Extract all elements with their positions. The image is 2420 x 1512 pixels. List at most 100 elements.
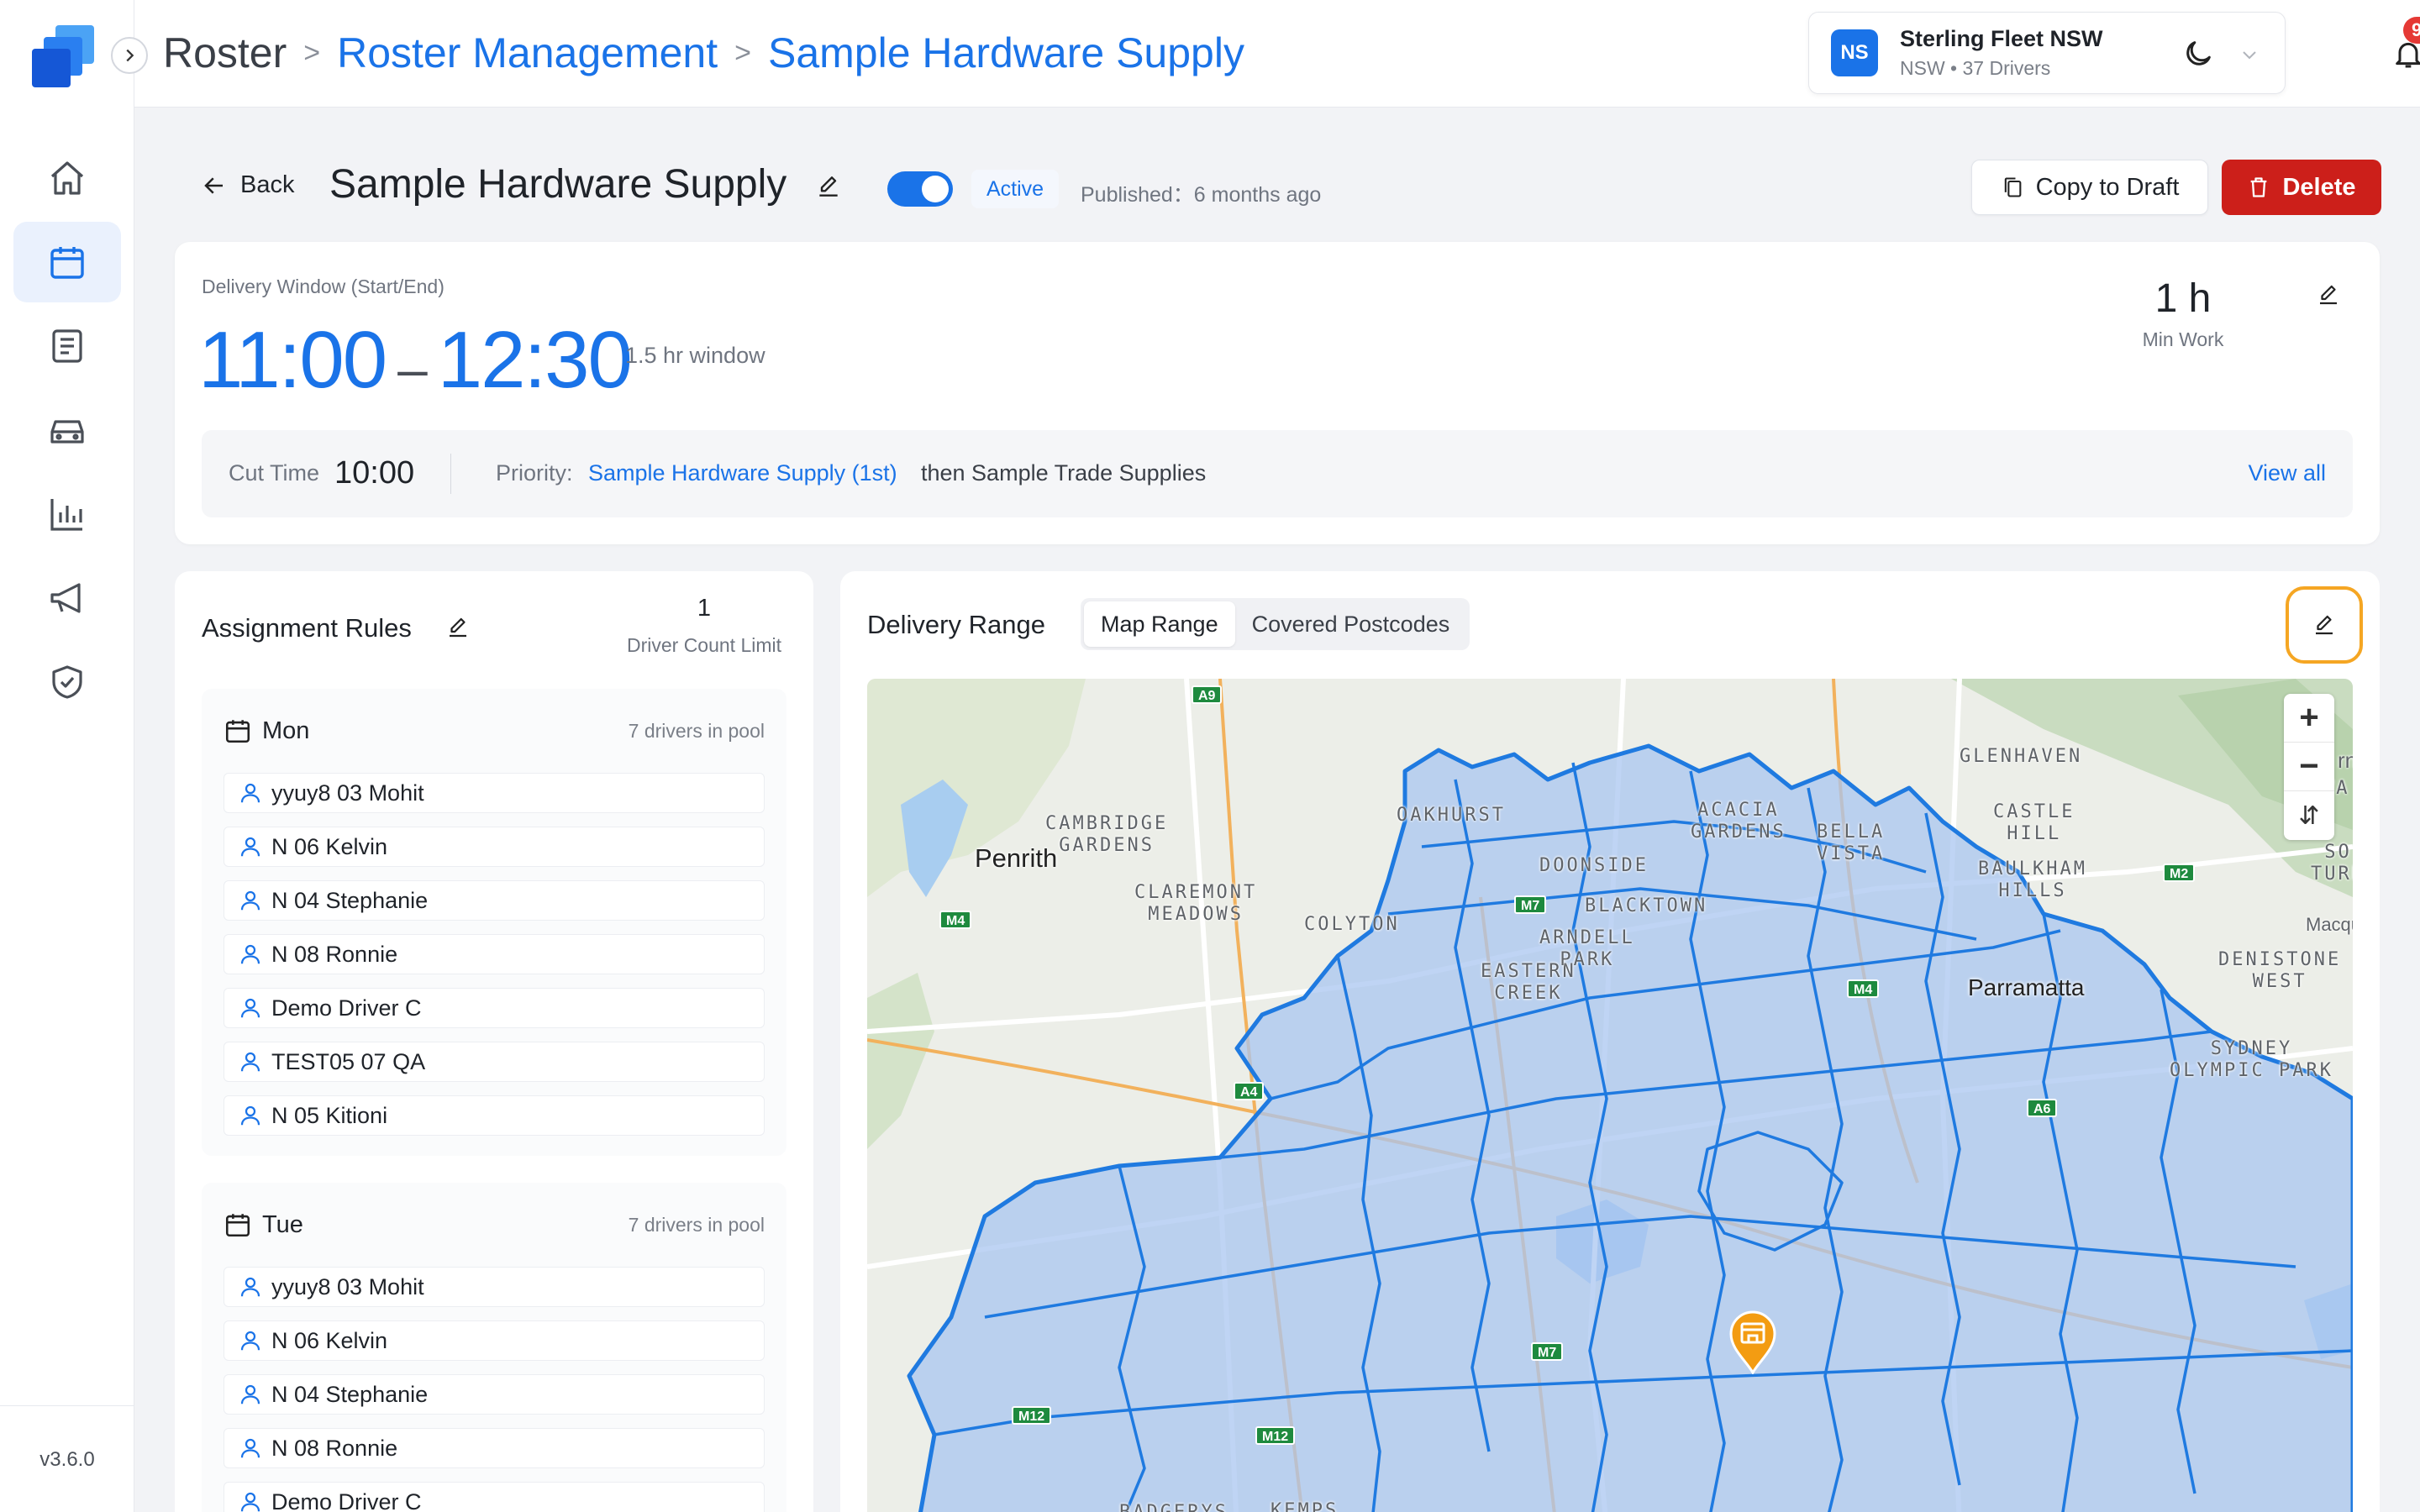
delivery-range-card: Delivery Range Map Range Covered Postcod… <box>840 571 2380 1512</box>
map-label: ACACIA GARDENS <box>1691 800 1786 843</box>
breadcrumb-separator: > <box>734 36 751 69</box>
map-label: BADGERYS <box>1119 1502 1228 1512</box>
zoom-in-button[interactable]: + <box>2284 694 2334 743</box>
zoom-out-button[interactable]: − <box>2284 743 2334 791</box>
driver-item[interactable]: N 04 Stephanie <box>224 880 765 921</box>
nav-home[interactable] <box>13 138 121 218</box>
pencil-icon <box>2316 615 2333 635</box>
calendar-icon <box>225 1214 250 1237</box>
delivery-range-map[interactable]: GLENHAVEN CASTLE HILL CAMBRIDGE GARDENS … <box>867 679 2353 1512</box>
active-toggle[interactable] <box>887 171 953 207</box>
assignment-rules-title: Assignment Rules <box>202 613 412 643</box>
compass-button[interactable]: ⇵ <box>2284 791 2334 840</box>
map-label: DOONSIDE <box>1539 855 1649 876</box>
breadcrumb-roster-management[interactable]: Roster Management <box>337 29 718 77</box>
store-pin-icon <box>1729 1310 1776 1374</box>
map-label: CLAREMONT MEADOWS <box>1134 882 1258 925</box>
driver-count-limit-label: Driver Count Limit <box>626 634 782 656</box>
day-pool-count: 7 drivers in pool <box>628 719 765 742</box>
store-location-pin[interactable] <box>1728 1310 1778 1374</box>
map-label: SYDNEY OLYMPIC PARK <box>2170 1038 2333 1081</box>
pencil-icon <box>819 176 838 197</box>
user-icon <box>240 1277 260 1297</box>
nav-documents[interactable] <box>13 306 121 386</box>
megaphone-icon <box>50 583 81 613</box>
delete-button[interactable]: Delete <box>2222 160 2381 215</box>
driver-item[interactable]: TEST05 07 QA <box>224 1042 765 1082</box>
calendar-icon <box>225 720 250 743</box>
nav-roster[interactable] <box>13 222 121 302</box>
assignment-rules-card: Assignment Rules 1 Driver Count Limit Mo… <box>175 571 813 1512</box>
user-icon <box>240 998 260 1018</box>
driver-item[interactable]: N 08 Ronnie <box>224 934 765 974</box>
map-label: BAULKHAM HILLS <box>1978 858 2087 901</box>
tab-map-range[interactable]: Map Range <box>1084 601 1235 647</box>
driver-item[interactable]: N 06 Kelvin <box>224 827 765 867</box>
document-icon <box>52 329 82 363</box>
chevron-down-icon <box>2239 45 2260 69</box>
user-icon <box>240 890 260 911</box>
nav-compliance[interactable] <box>13 642 121 722</box>
view-all-link[interactable]: View all <box>2248 460 2326 486</box>
breadcrumb-roster[interactable]: Roster <box>163 29 287 77</box>
driver-name: N 08 Ronnie <box>271 941 398 967</box>
driver-item[interactable]: N 04 Stephanie <box>224 1374 765 1415</box>
car-icon <box>50 420 84 444</box>
map-label: GLENHAVEN <box>1960 746 2083 767</box>
driver-item[interactable]: N 08 Ronnie <box>224 1428 765 1468</box>
app-logo[interactable] <box>30 24 104 94</box>
org-badge: NS <box>1831 29 1878 76</box>
page-title: Sample Hardware Supply <box>329 162 787 207</box>
driver-item[interactable]: yyuy8 03 Mohit <box>224 773 765 813</box>
driver-item[interactable]: N 06 Kelvin <box>224 1320 765 1361</box>
cut-time-label: Cut Time <box>229 460 320 486</box>
driver-name: N 05 Kitioni <box>271 1102 388 1128</box>
min-work-value: 1 h <box>2154 276 2212 321</box>
nav-reports[interactable] <box>13 474 121 554</box>
edit-rules-button[interactable] <box>445 615 471 644</box>
min-work-label: Min Work <box>2142 328 2224 350</box>
edit-title-button[interactable] <box>815 173 842 204</box>
sidebar-toggle-button[interactable] <box>111 37 148 74</box>
edit-range-button[interactable] <box>2286 586 2363 664</box>
road-shield: M7 <box>1531 1342 1564 1361</box>
nav-announcements[interactable] <box>13 558 121 638</box>
driver-item[interactable]: yyuy8 03 Mohit <box>224 1267 765 1307</box>
day-pool-count: 7 drivers in pool <box>628 1213 765 1236</box>
breadcrumb-current[interactable]: Sample Hardware Supply <box>768 29 1244 77</box>
day-block-mon: Mon 7 drivers in pool yyuy8 03 Mohit N 0… <box>202 689 786 1156</box>
map-label: Penrith <box>975 843 1058 873</box>
pencil-icon <box>2320 285 2337 305</box>
driver-name: N 08 Ronnie <box>271 1435 398 1461</box>
trash-icon <box>2251 177 2267 197</box>
map-label: ARNDELL PARK <box>1539 927 1635 970</box>
map-label: COLYTON <box>1304 914 1400 935</box>
driver-name: N 04 Stephanie <box>271 887 429 913</box>
home-icon <box>50 161 84 195</box>
driver-name: yyuy8 03 Mohit <box>271 780 424 806</box>
user-icon <box>240 783 260 803</box>
arrow-left-icon <box>204 176 223 194</box>
nav-vehicles[interactable] <box>13 390 121 470</box>
back-button[interactable]: Back <box>202 171 294 199</box>
sidebar-nav <box>13 138 121 726</box>
back-label: Back <box>240 171 295 198</box>
driver-item[interactable]: N 05 Kitioni <box>224 1095 765 1136</box>
org-subtitle: NSW • 37 Drivers <box>1900 57 2051 79</box>
driver-item[interactable]: Demo Driver C <box>224 1482 765 1512</box>
min-work: 1 h Min Work <box>2133 276 2233 351</box>
road-shield: M12 <box>1012 1406 1052 1425</box>
page-header: Back Sample Hardware Supply Active Publi… <box>176 158 2381 222</box>
chart-icon <box>50 499 82 531</box>
map-label: CAMBRIDGE GARDENS <box>1045 813 1169 856</box>
tab-covered-postcodes[interactable]: Covered Postcodes <box>1235 601 1467 647</box>
copy-to-draft-button[interactable]: Copy to Draft <box>1971 160 2208 215</box>
priority-first-link[interactable]: Sample Hardware Supply (1st) <box>588 460 897 486</box>
edit-window-button[interactable] <box>2316 282 2341 312</box>
theme-toggle[interactable] <box>2181 37 2215 75</box>
driver-item[interactable]: Demo Driver C <box>224 988 765 1028</box>
window-end: 12:30 <box>437 315 633 405</box>
range-view-tabs: Map Range Covered Postcodes <box>1081 598 1470 650</box>
delivery-range-title: Delivery Range <box>867 610 1045 639</box>
driver-name: N 06 Kelvin <box>271 1327 388 1353</box>
